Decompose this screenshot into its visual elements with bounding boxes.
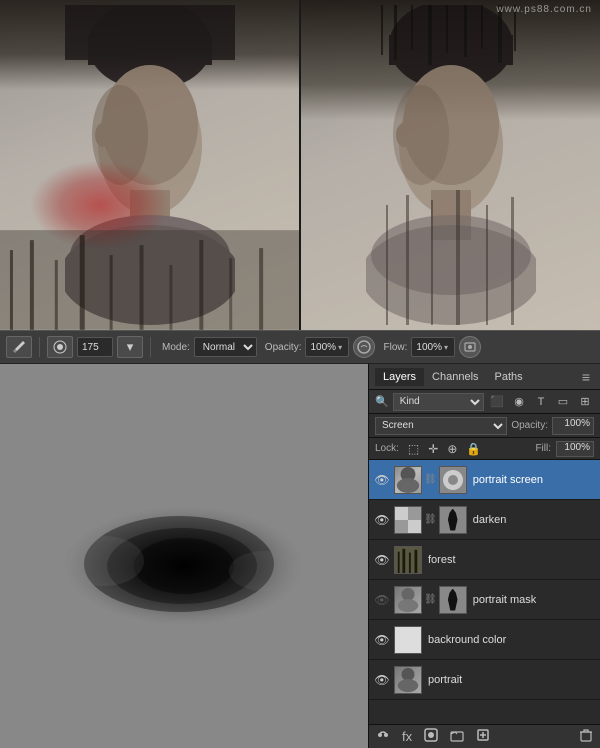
left-tree-bottom bbox=[0, 230, 299, 330]
left-image-panel bbox=[0, 0, 299, 330]
brush-size-preview-btn[interactable] bbox=[47, 336, 73, 358]
toolbar-separator-2 bbox=[150, 337, 151, 357]
canvas-area[interactable] bbox=[0, 364, 368, 748]
brush-size-input[interactable]: 175 bbox=[77, 337, 113, 357]
layer-visibility-portrait-mask[interactable]: 👁 bbox=[373, 591, 391, 609]
layer-thumb-main-portrait-screen bbox=[394, 466, 422, 494]
layers-lock-row: Lock: ⬚ ✛ ⊕ 🔒 Fill: 100% bbox=[369, 438, 600, 460]
layer-name-forest: forest bbox=[425, 554, 596, 566]
layer-chain-portrait-mask: ⛓ bbox=[424, 594, 437, 605]
layer-row-forest[interactable]: 👁 forest bbox=[369, 540, 600, 580]
lock-artboard-btn[interactable]: ⊕ bbox=[445, 441, 459, 457]
layer-thumb-main-portrait-mask bbox=[394, 586, 422, 614]
lock-position-btn[interactable]: ✛ bbox=[426, 441, 440, 457]
layer-name-background-color: backround color bbox=[425, 634, 596, 646]
layer-row-portrait-mask[interactable]: 👁 ⛓ portrait mask bbox=[369, 580, 600, 620]
mode-label: Mode: bbox=[162, 342, 190, 353]
image-area: www.ps88.com.cn bbox=[0, 0, 600, 330]
layer-effects-btn[interactable]: fx bbox=[399, 729, 415, 744]
filter-smart-icon[interactable]: ⊞ bbox=[576, 393, 594, 411]
delete-layer-btn[interactable] bbox=[576, 728, 596, 745]
layer-visibility-background-color[interactable]: 👁 bbox=[373, 631, 391, 649]
toolbar-separator-1 bbox=[39, 337, 40, 357]
layer-row-darken[interactable]: 👁 ⛓ darken bbox=[369, 500, 600, 540]
layers-panel-menu-btn[interactable]: ≡ bbox=[578, 369, 594, 385]
opacity-row-label: Opacity: bbox=[511, 420, 548, 431]
layer-thumb-main-portrait bbox=[394, 666, 422, 694]
filter-shape-icon[interactable]: ▭ bbox=[554, 393, 572, 411]
layer-thumbs-background-color bbox=[394, 626, 422, 654]
layer-name-portrait: portrait bbox=[425, 674, 596, 686]
fill-value[interactable]: 100% bbox=[556, 441, 594, 457]
opacity-field[interactable]: 100% bbox=[552, 417, 594, 435]
add-mask-btn[interactable] bbox=[421, 728, 441, 745]
fill-label: Fill: bbox=[535, 443, 551, 454]
layers-tabs-row: Layers Channels Paths ≡ bbox=[369, 364, 600, 390]
new-group-btn[interactable] bbox=[447, 728, 467, 745]
layer-row-portrait-screen[interactable]: 👁 ⛓ portrait screen bbox=[369, 460, 600, 500]
layer-thumbs-forest bbox=[394, 546, 422, 574]
filter-type-icon[interactable]: T bbox=[532, 393, 550, 411]
layer-name-portrait-screen: portrait screen bbox=[470, 474, 596, 486]
opacity-label: Opacity: bbox=[265, 342, 302, 353]
layer-thumb-main-background-color bbox=[394, 626, 422, 654]
layer-row-portrait[interactable]: 👁 portrait bbox=[369, 660, 600, 700]
layer-visibility-darken[interactable]: 👁 bbox=[373, 511, 391, 529]
lock-label: Lock: bbox=[375, 443, 399, 454]
mode-select[interactable]: Normal bbox=[194, 337, 257, 357]
bottom-area: Layers Channels Paths ≡ 🔍 Kind ⬛ ◉ T ▭ ⊞… bbox=[0, 364, 600, 748]
filter-kind-select[interactable]: Kind bbox=[393, 393, 484, 411]
layer-name-portrait-mask: portrait mask bbox=[470, 594, 596, 606]
watermark: www.ps88.com.cn bbox=[496, 4, 592, 15]
layer-visibility-forest[interactable]: 👁 bbox=[373, 551, 391, 569]
layer-mask-darken bbox=[439, 506, 467, 534]
layer-mask-portrait-screen bbox=[439, 466, 467, 494]
right-image-panel: www.ps88.com.cn bbox=[299, 0, 600, 330]
lock-all-btn[interactable]: 🔒 bbox=[464, 441, 483, 457]
lock-pixels-btn[interactable]: ⬚ bbox=[406, 441, 421, 457]
layers-filter-row: 🔍 Kind ⬛ ◉ T ▭ ⊞ bbox=[369, 390, 600, 414]
layer-thumbs-darken: ⛓ bbox=[394, 506, 467, 534]
airbrush-btn[interactable] bbox=[353, 336, 375, 358]
layer-mask-portrait-mask bbox=[439, 586, 467, 614]
layer-visibility-portrait-screen[interactable]: 👁 bbox=[373, 471, 391, 489]
new-layer-btn[interactable] bbox=[473, 728, 493, 745]
tab-paths[interactable]: Paths bbox=[487, 368, 531, 386]
right-portrait-svg bbox=[366, 5, 536, 325]
link-layers-btn[interactable] bbox=[373, 728, 393, 745]
tab-channels[interactable]: Channels bbox=[424, 368, 486, 386]
layer-thumb-main-darken bbox=[394, 506, 422, 534]
layer-chain-darken: ⛓ bbox=[424, 514, 437, 525]
layers-list: 👁 ⛓ portrait screen 👁 bbox=[369, 460, 600, 724]
filter-pixel-icon[interactable]: ⬛ bbox=[488, 393, 506, 411]
layer-row-background-color[interactable]: 👁 backround color bbox=[369, 620, 600, 660]
opacity-value[interactable]: 100%▾ bbox=[305, 337, 349, 357]
flow-value[interactable]: 100%▾ bbox=[411, 337, 455, 357]
filter-search-icon: 🔍 bbox=[375, 395, 389, 408]
layers-bottom-toolbar: fx bbox=[369, 724, 600, 748]
layer-name-darken: darken bbox=[470, 514, 596, 526]
brush-stroke-preview bbox=[44, 476, 324, 636]
filter-adjust-icon[interactable]: ◉ bbox=[510, 393, 528, 411]
blend-mode-select[interactable]: Screen bbox=[375, 417, 507, 435]
layer-thumbs-portrait-mask: ⛓ bbox=[394, 586, 467, 614]
layer-visibility-portrait[interactable]: 👁 bbox=[373, 671, 391, 689]
layers-blend-row: Screen Opacity: 100% bbox=[369, 414, 600, 438]
layer-thumbs-portrait-screen: ⛓ bbox=[394, 466, 467, 494]
layer-thumbs-portrait bbox=[394, 666, 422, 694]
tablet-pressure-btn[interactable] bbox=[459, 336, 481, 358]
flow-label: Flow: bbox=[383, 342, 407, 353]
layer-chain-portrait-screen: ⛓ bbox=[424, 474, 437, 485]
layer-thumb-main-forest bbox=[394, 546, 422, 574]
tab-layers[interactable]: Layers bbox=[375, 368, 424, 386]
brush-tool-btn[interactable] bbox=[6, 336, 32, 358]
layers-panel: Layers Channels Paths ≡ 🔍 Kind ⬛ ◉ T ▭ ⊞… bbox=[368, 364, 600, 748]
brush-size-arrow[interactable]: ▾ bbox=[117, 336, 143, 358]
toolbar: 175 ▾ Mode: Normal Opacity: 100%▾ Flow: … bbox=[0, 330, 600, 364]
